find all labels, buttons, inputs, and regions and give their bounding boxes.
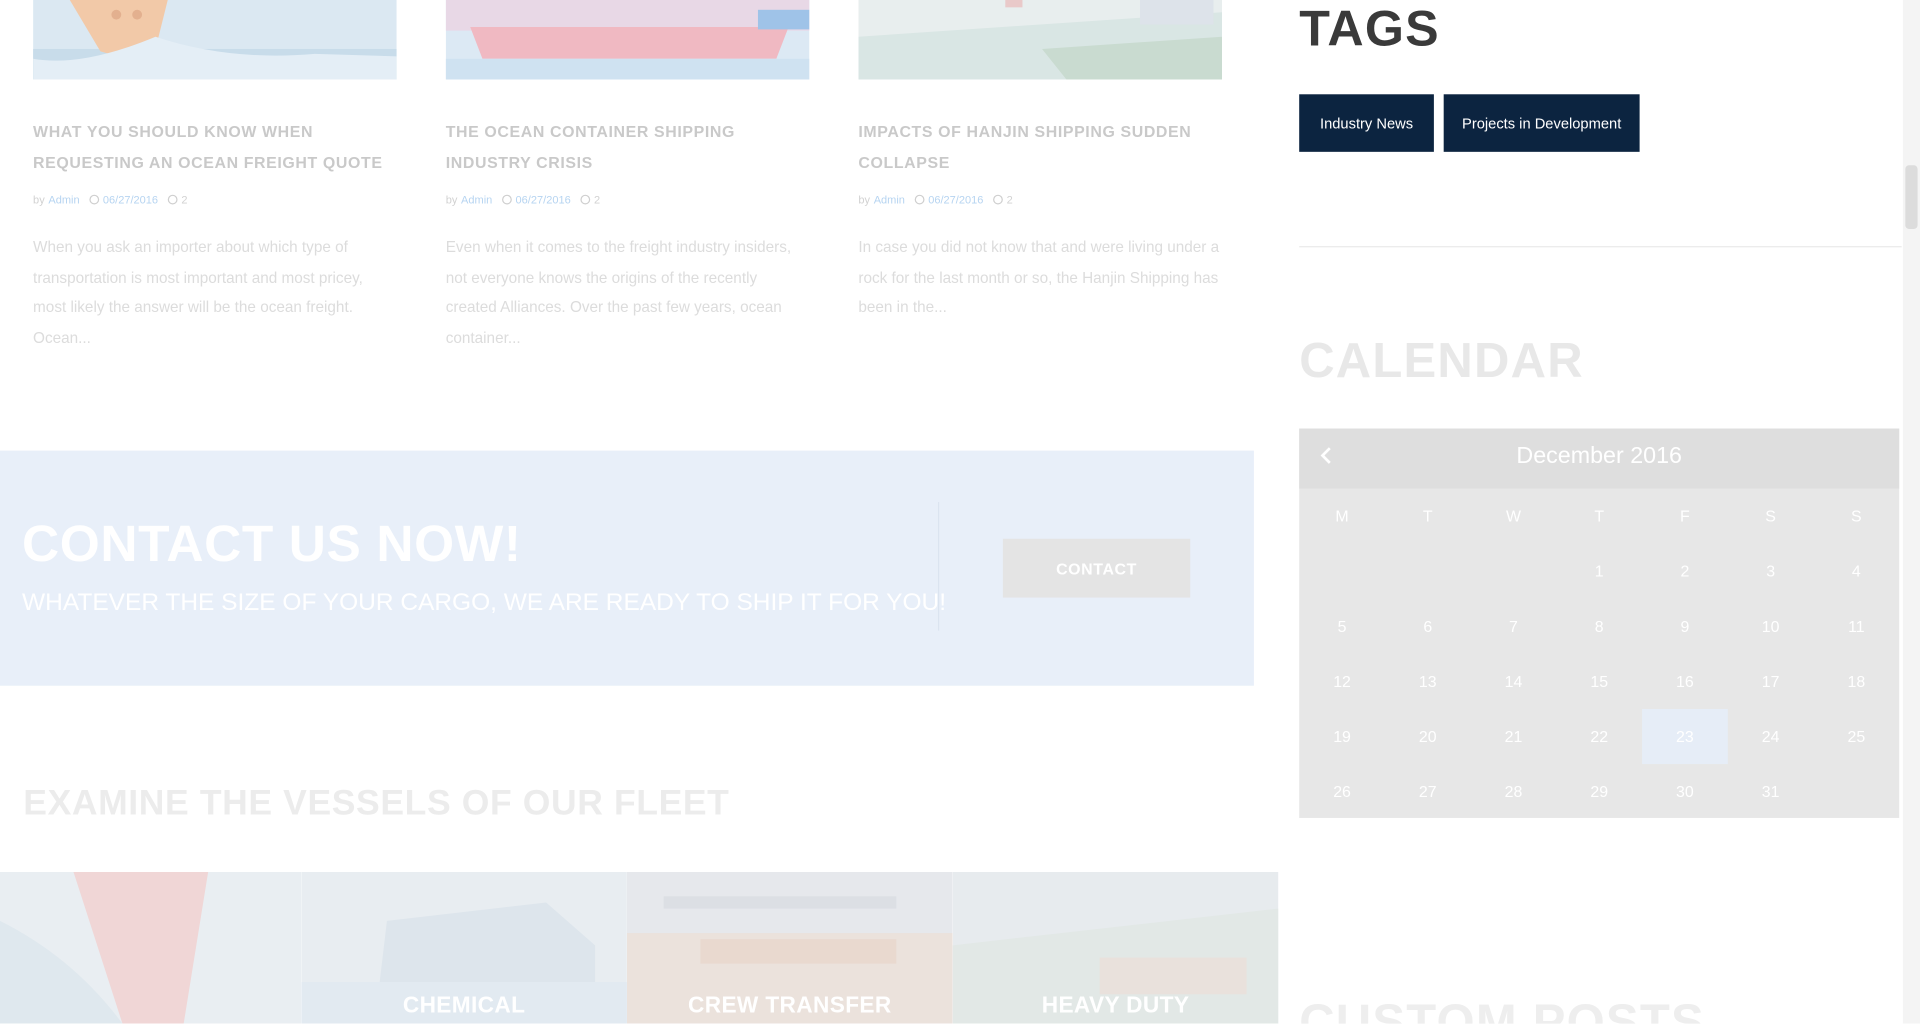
calendar-month-label: December 2016 [1516,443,1682,469]
fleet-tile-label: HEAVY DUTY [1041,991,1190,1018]
post-excerpt: When you ask an importer about which typ… [33,238,363,346]
post-comment-count[interactable]: 2 [181,193,187,205]
calendar-day[interactable]: 2 [1642,544,1728,599]
calendar-weekday-label: T [1594,506,1605,526]
calendar-day[interactable]: 26 [1299,764,1385,819]
comment-icon [993,194,1003,205]
post-card[interactable]: WHAT YOU SHOULD KNOW WHEN REQUESTING AN … [33,0,397,353]
calendar-day[interactable]: 12 [1299,654,1385,709]
calendar-day[interactable]: 3 [1728,544,1814,599]
post-card[interactable]: IMPACTS OF HANJIN SHIPPING SUDDEN COLLAP… [858,0,1223,323]
contact-heading: CONTACT US NOW! [22,514,522,572]
post-excerpt: Even when it comes to the freight indust… [445,238,792,346]
calendar-day[interactable]: 27 [1385,764,1471,819]
calendar-weekday-label: F [1680,506,1690,526]
contact-divider [937,502,940,631]
calendar-day[interactable]: 8 [1556,599,1642,654]
meta-by: by [858,193,871,206]
contact-button[interactable]: CONTACT [1002,538,1191,598]
calendar-day[interactable]: 18 [1813,654,1899,709]
post-title[interactable]: IMPACTS OF HANJIN SHIPPING SUDDEN COLLAP… [858,118,1222,178]
calendar-widget-title: CALENDAR [1299,334,1584,389]
post-comment-count[interactable]: 2 [594,193,600,205]
meta-by: by [445,193,458,206]
post-thumbnail[interactable] [445,0,810,80]
calendar-day-today[interactable]: 23 [1642,708,1728,765]
post-date-link[interactable]: 06/27/2016 [103,193,158,205]
calendar-day[interactable]: 9 [1642,599,1728,654]
post-excerpt: In case you did not know that and were l… [858,238,1220,316]
port-image [858,0,1223,80]
fleet-tile[interactable] [0,871,302,1024]
calendar-weekday-label: W [1505,506,1522,526]
post-meta: by Admin 06/27/2016 2 [446,192,810,207]
calendar-day[interactable]: 15 [1556,654,1642,709]
calendar-weekday-label: S [1851,506,1862,526]
calendar-day[interactable]: 22 [1556,709,1642,764]
calendar-day[interactable]: 28 [1471,764,1557,819]
calendar-day[interactable]: 25 [1813,709,1899,764]
post-title[interactable]: THE OCEAN CONTAINER SHIPPING INDUSTRY CR… [446,118,810,178]
post-card[interactable]: THE OCEAN CONTAINER SHIPPING INDUSTRY CR… [445,0,810,353]
calendar-day[interactable]: 1 [1556,544,1642,599]
page-scrollbar-thumb[interactable] [1905,165,1918,229]
tag-industry-news[interactable]: Industry News [1299,94,1434,152]
meta-by: by [33,193,45,206]
calendar-day[interactable]: 10 [1728,599,1814,654]
calendar-day[interactable]: 17 [1728,654,1814,709]
post-meta: by Admin 06/27/2016 2 [33,192,397,207]
calendar-day[interactable]: 31 [1728,764,1814,819]
post-thumbnail[interactable] [858,0,1223,80]
calendar-widget: December 2016 M T W T F S S 1 2 3 4 5 6 7 8 9 10 11 12 13 14… [1299,428,1900,819]
container-ship-image [445,0,810,80]
calendar-day[interactable]: 21 [1471,709,1557,764]
post-author-link[interactable]: Admin [461,193,492,205]
calendar-day[interactable]: 7 [1471,599,1557,654]
calendar-day[interactable]: 11 [1813,599,1899,654]
calendar-header: December 2016 [1299,428,1900,489]
clock-icon [914,194,925,205]
calendar-day[interactable]: 5 [1299,599,1385,654]
clock-icon [89,194,100,205]
calendar-weekday-label: T [1422,506,1433,526]
calendar-day[interactable]: 6 [1385,599,1471,654]
post-date-link[interactable]: 06/27/2016 [928,193,983,205]
calendar-day[interactable]: 13 [1385,654,1471,709]
clock-icon [502,194,512,205]
calendar-day[interactable]: 24 [1728,709,1814,764]
calendar-day[interactable]: 14 [1471,654,1557,709]
comment-icon [580,194,591,205]
tugboat-image [33,0,397,80]
post-author-link[interactable]: Admin [48,193,79,205]
custom-posts-widget-title: CUSTOM POSTS [1299,995,1705,1024]
post-author-link[interactable]: Admin [874,193,905,205]
calendar-day[interactable]: 16 [1642,654,1728,709]
calendar-day[interactable]: 30 [1642,764,1728,819]
fleet-tile[interactable]: CHEMICAL [301,871,627,1024]
calendar-weekday-label: M [1335,506,1349,526]
post-meta: by Admin 06/27/2016 2 [858,192,1222,207]
fleet-tile[interactable]: HEAVY DUTY [952,871,1279,1024]
calendar-day[interactable]: 29 [1556,764,1642,819]
calendar-day[interactable]: 19 [1299,709,1385,764]
sidebar-divider [1299,246,1902,248]
tags-widget-title: TAGS [1299,0,1440,57]
fleet-tile-label: CHEMICAL [402,991,526,1018]
calendar-weekday-label: S [1765,506,1776,526]
calendar-day[interactable]: 20 [1385,709,1471,764]
contact-subheading: WHATEVER THE SIZE OF YOUR CARGO, WE ARE … [22,588,947,616]
calendar-day[interactable]: 4 [1813,544,1899,599]
tag-projects-in-development[interactable]: Projects in Development [1443,94,1640,152]
fleet-heading: EXAMINE THE VESSELS OF OUR FLEET [23,783,730,823]
tanker-image [0,871,302,1024]
post-comment-count[interactable]: 2 [1007,193,1013,205]
fleet-tile[interactable]: CREW TRANSFER [626,871,953,1024]
page-canvas: WHAT YOU SHOULD KNOW WHEN REQUESTING AN … [0,0,1920,1024]
post-thumbnail[interactable] [33,0,397,80]
post-title[interactable]: WHAT YOU SHOULD KNOW WHEN REQUESTING AN … [33,118,397,178]
post-date-link[interactable]: 06/27/2016 [516,193,571,205]
comment-icon [167,194,178,205]
page-scrollbar-track[interactable] [1902,0,1920,1024]
fleet-tile-label: CREW TRANSFER [687,991,892,1018]
